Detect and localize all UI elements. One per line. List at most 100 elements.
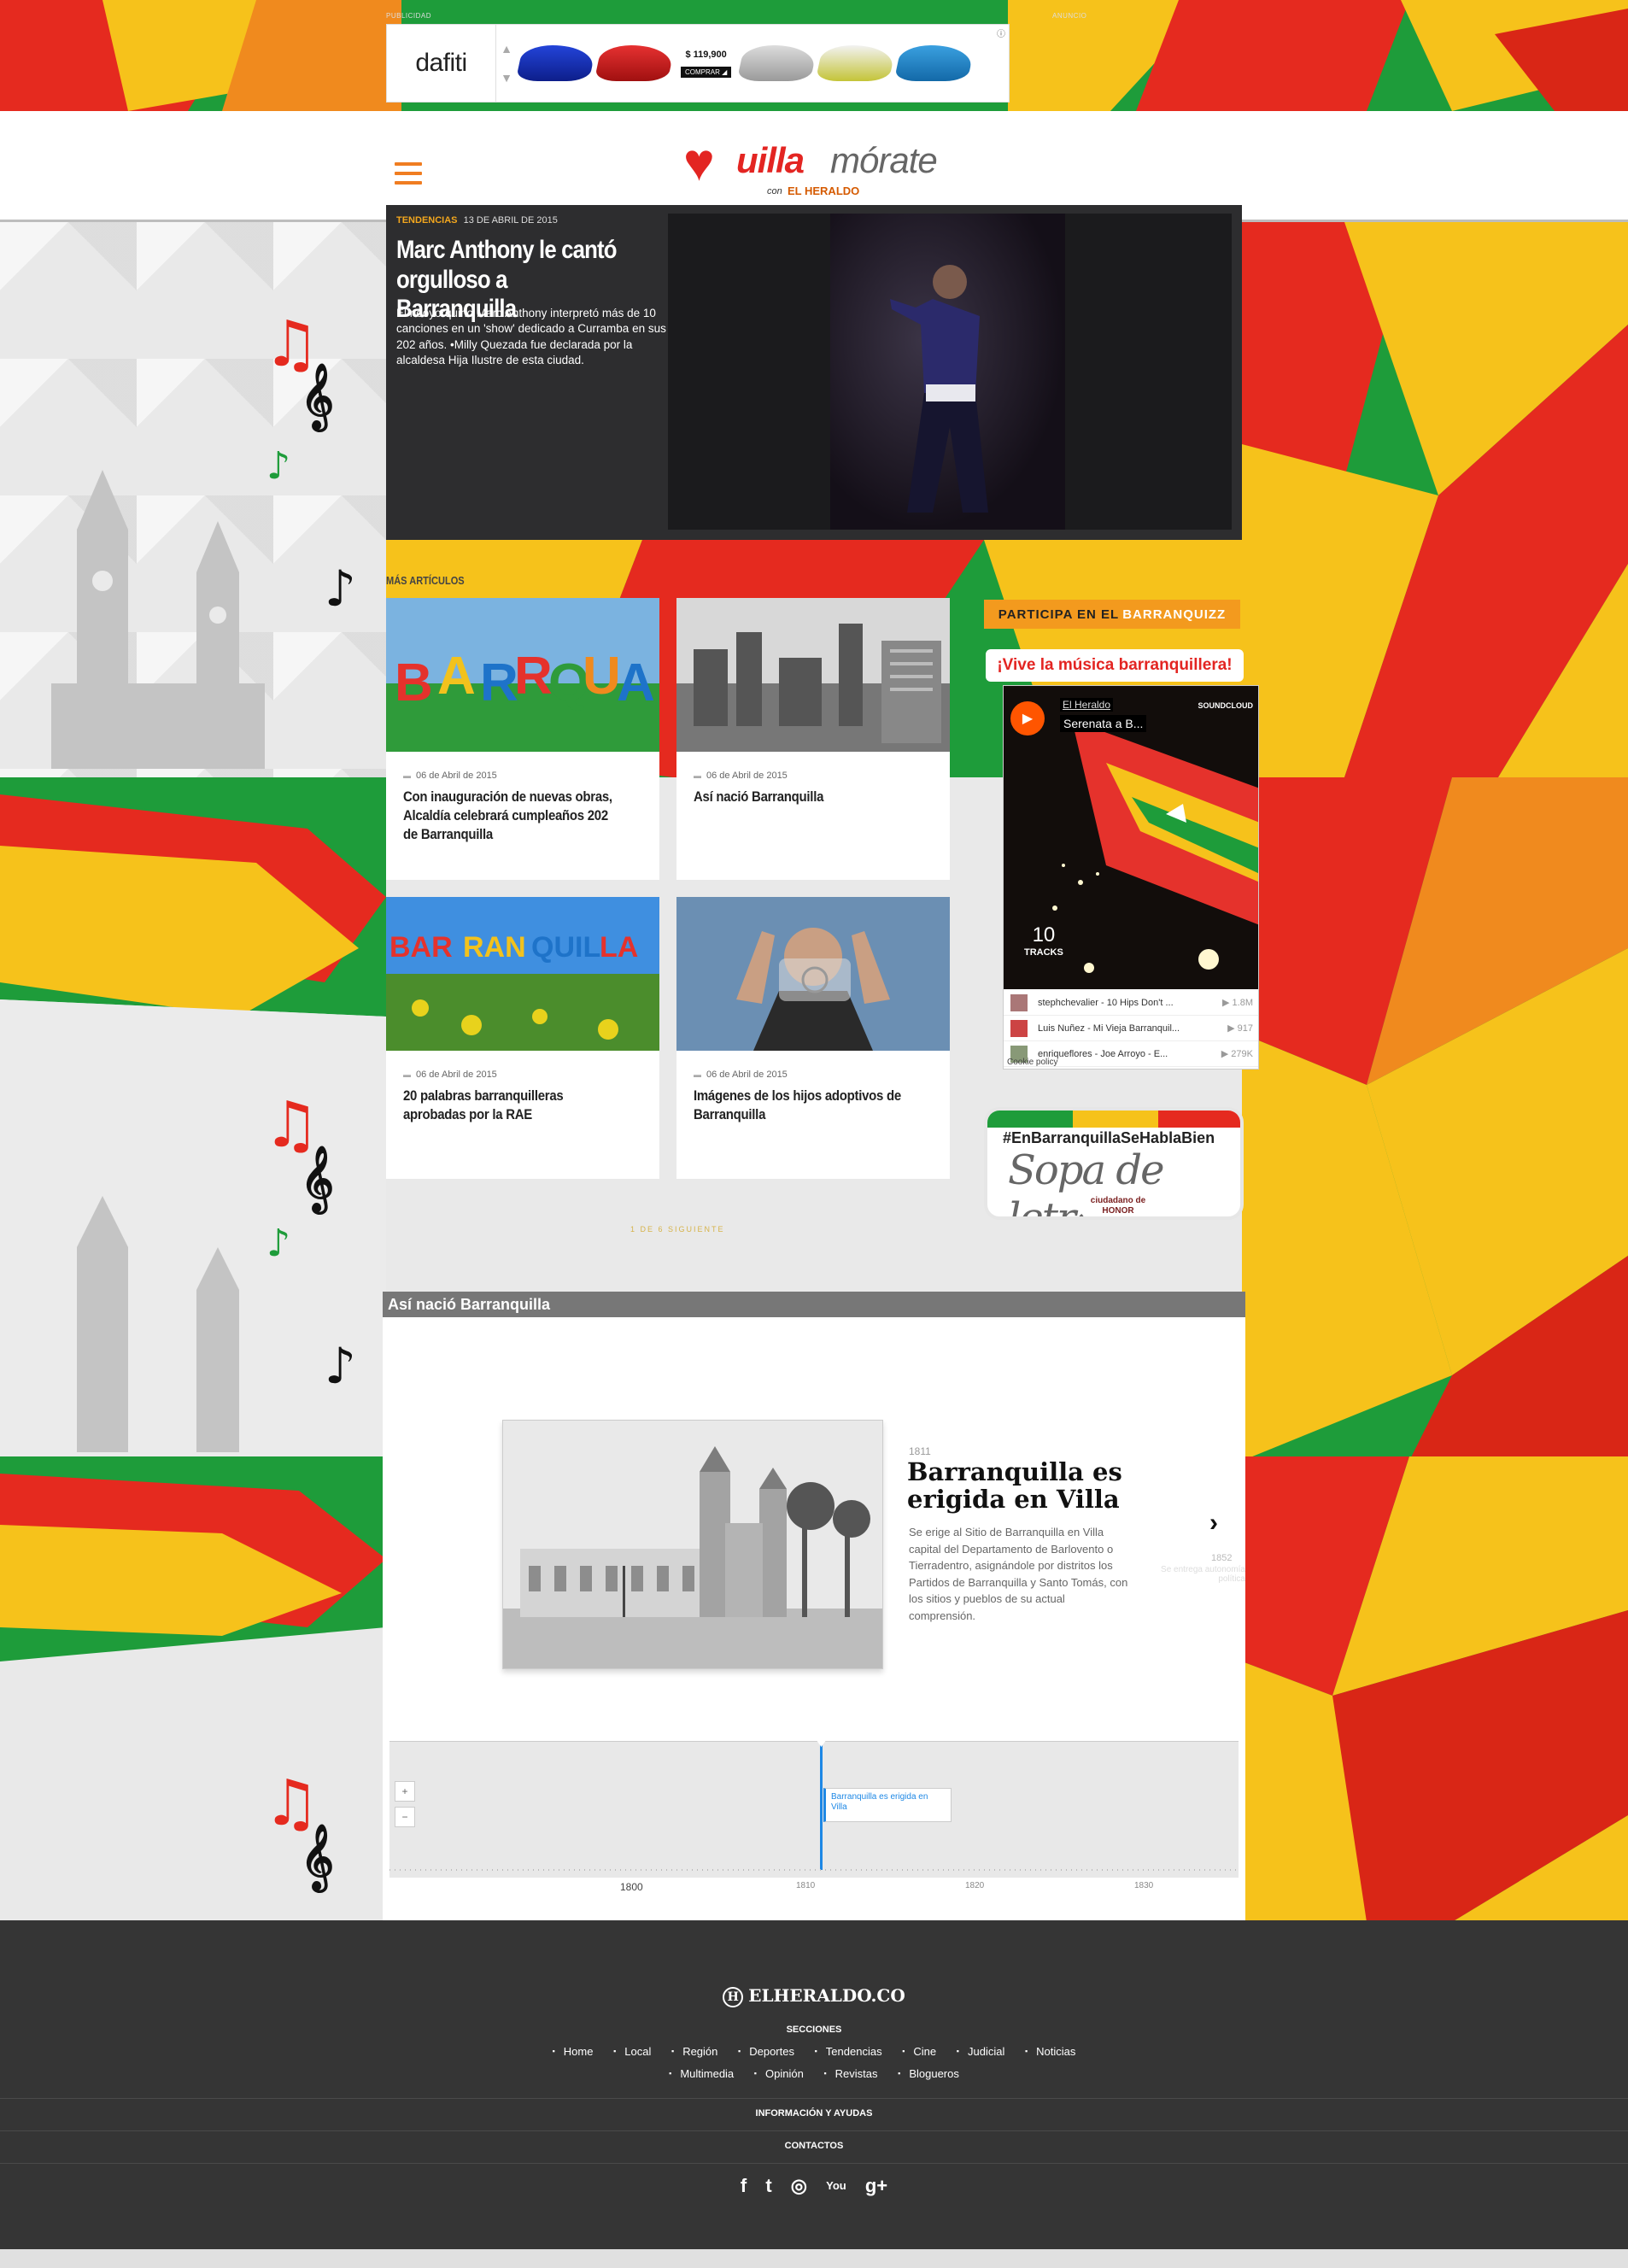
article-card[interactable]: 06 de Abril de 2015 Imágenes de los hijo… <box>676 897 950 1179</box>
music-note-icon: ♪ <box>266 1222 291 1265</box>
track-title[interactable]: enriqueflores - Joe Arroyo - E... <box>1038 1049 1216 1059</box>
ad-product-image[interactable] <box>815 45 897 81</box>
article-title[interactable]: Imágenes de los hijos adoptivos de Barra… <box>694 1087 905 1124</box>
ad-price-box[interactable]: $ 119,900 COMPRAR ◢ <box>681 50 732 78</box>
footer-link-multimedia[interactable]: Multimedia <box>669 2067 734 2080</box>
timeline-marker-line <box>820 1742 823 1870</box>
ad-right-label: ANUNCIO <box>1052 12 1087 20</box>
track-thumbnail <box>1010 1019 1028 1037</box>
soundcloud-logo[interactable]: SOUNDCLOUD <box>1198 701 1254 710</box>
timeline-next-year[interactable]: 1852 <box>1211 1553 1232 1563</box>
track-row[interactable]: stephchevalier - 10 Hips Don't ... ▶ 1.8… <box>1004 990 1258 1016</box>
footer-contacts-link[interactable]: CONTACTOS <box>0 2141 1628 2151</box>
footer-link-deportes[interactable]: Deportes <box>738 2045 794 2058</box>
soundcloud-user[interactable]: El Heraldo <box>1060 698 1114 712</box>
zoom-out-icon[interactable]: − <box>395 1807 415 1827</box>
ad-brand-logo[interactable]: dafiti <box>387 25 496 102</box>
track-title[interactable]: Luis Nuñez - Mi Vieja Barranquil... <box>1038 1023 1222 1034</box>
track-title[interactable]: stephchevalier - 10 Hips Don't ... <box>1038 998 1217 1008</box>
instagram-icon[interactable]: ◎ <box>791 2175 807 2196</box>
church-illustration-2 <box>77 1196 239 1452</box>
hero-date: 13 DE ABRIL DE 2015 <box>463 215 558 226</box>
logo-heraldo: EL HERALDO <box>788 185 860 197</box>
ad-buy-button[interactable]: COMPRAR ◢ <box>681 66 732 78</box>
article-image[interactable] <box>676 897 950 1051</box>
ad-product-image[interactable] <box>594 45 676 81</box>
article-date: 06 de Abril de 2015 <box>694 771 788 781</box>
timeline-image[interactable] <box>502 1420 883 1669</box>
cookie-policy-link[interactable]: Cookie policy <box>1007 1058 1057 1067</box>
twitter-icon[interactable]: t <box>765 2175 771 2196</box>
bottom-strip <box>0 2249 1628 2268</box>
article-title[interactable]: Con inauguración de nuevas obras, Alcald… <box>403 788 615 844</box>
arrow-up-icon[interactable]: ▲ <box>501 42 512 56</box>
timeline-event-year: 1811 <box>909 1445 931 1457</box>
hero-image[interactable] <box>668 214 1232 530</box>
soundcloud-track-title[interactable]: Serenata a B... <box>1060 715 1147 732</box>
sopa-de-letras-banner[interactable]: #EnBarranquillaSeHablaBien Sopa de letra… <box>984 1107 1244 1220</box>
timeline-navigator[interactable]: + − Barranquilla es erigida en Villa <box>389 1737 1239 1878</box>
footer-link-tendencias[interactable]: Tendencias <box>815 2045 882 2058</box>
footer-link-noticias[interactable]: Noticias <box>1025 2045 1075 2058</box>
hero-meta: TENDENCIAS 13 DE ABRIL DE 2015 <box>396 215 558 226</box>
facebook-icon[interactable]: f <box>741 2175 747 2196</box>
timeline-next-label[interactable]: Se entrega autonomía política <box>1160 1565 1245 1584</box>
footer-link-cine[interactable]: Cine <box>902 2045 936 2058</box>
barranquizz-banner[interactable]: PARTICIPA EN EL BARRANQUIZZ <box>984 600 1240 629</box>
footer-link-local[interactable]: Local <box>613 2045 651 2058</box>
more-articles-label: MÁS ARTÍCULOS <box>386 574 465 587</box>
soundcloud-artwork[interactable]: ▶ El Heraldo Serenata a B... SOUNDCLOUD … <box>1004 686 1258 989</box>
hamburger-icon[interactable] <box>395 162 422 185</box>
article-date: 06 de Abril de 2015 <box>694 1070 788 1080</box>
site-logo[interactable]: ♥ uilla mórate con EL HERALDO <box>680 128 945 205</box>
track-thumbnail <box>1010 993 1028 1011</box>
footer-link-blogueros[interactable]: Blogueros <box>898 2067 959 2080</box>
footer-link-judicial[interactable]: Judicial <box>957 2045 1005 2058</box>
logo-text-quilla: uilla <box>736 140 805 180</box>
article-title[interactable]: Así nació Barranquilla <box>694 788 905 806</box>
article-card[interactable]: 06 de Abril de 2015 Así nació Barranquil… <box>676 598 950 880</box>
chevron-right-icon[interactable]: › <box>1209 1509 1218 1538</box>
footer-social: f t ◎ You g+ <box>0 2175 1628 2197</box>
ad-banner[interactable]: dafiti ▲ ▼ $ 119,900 COMPRAR ◢ ⓘ <box>386 24 1010 103</box>
hero-article[interactable]: TENDENCIAS 13 DE ABRIL DE 2015 Marc Anth… <box>386 205 1242 540</box>
footer-links-row: Home Local Región Deportes Tendencias Ci… <box>0 2045 1628 2058</box>
ad-product-image[interactable] <box>736 45 818 81</box>
footer-link-opinion[interactable]: Opinión <box>754 2067 804 2080</box>
article-title[interactable]: 20 palabras barranquilleras aprobadas po… <box>403 1087 615 1124</box>
article-image[interactable] <box>676 598 950 752</box>
info-icon[interactable]: ⓘ <box>997 26 1005 39</box>
timeline-marker-tip <box>814 1737 829 1747</box>
svg-text:LA: LA <box>600 931 638 964</box>
footer-link-home[interactable]: Home <box>553 2045 594 2058</box>
article-card[interactable]: B A R R Q U A 06 de Abril de 2015 Con in… <box>386 598 659 880</box>
timeline-marker[interactable]: Barranquilla es erigida en Villa <box>823 1788 952 1822</box>
article-card[interactable]: BAR RAN QUIL LA 06 de Abril de 2015 20 p… <box>386 897 659 1179</box>
ad-product-image[interactable] <box>893 45 975 81</box>
play-icon[interactable]: ▶ <box>1010 701 1045 735</box>
google-plus-icon[interactable]: g+ <box>865 2175 887 2196</box>
ad-carousel-arrows[interactable]: ▲ ▼ <box>496 42 517 85</box>
timeline-event-title: Barranquilla es erigida en Villa <box>907 1457 1122 1514</box>
youtube-icon[interactable]: You <box>826 2179 846 2192</box>
footer-link-revistas[interactable]: Revistas <box>823 2067 877 2080</box>
footer-link-region[interactable]: Región <box>671 2045 717 2058</box>
footer-logo-text: ELHERALDO.CO <box>748 1985 905 2006</box>
heraldo-h-icon: H <box>723 1987 744 2007</box>
soundcloud-player[interactable]: ▶ El Heraldo Serenata a B... SOUNDCLOUD … <box>1003 685 1259 1070</box>
track-count-label: TRACKS <box>1024 947 1063 958</box>
articles-pager[interactable]: 1 DE 6 SIGUIENTE <box>630 1225 725 1234</box>
logo-text-morate: mórate <box>830 140 938 180</box>
track-plays: ▶ 917 <box>1227 1023 1253 1034</box>
footer-logo[interactable]: H ELHERALDO.CO <box>0 1985 1628 2007</box>
zoom-in-icon[interactable]: + <box>395 1781 415 1802</box>
ad-product-image[interactable] <box>515 45 597 81</box>
article-image[interactable]: B A R R Q U A <box>386 598 659 752</box>
hero-category-tag[interactable]: TENDENCIAS <box>396 215 458 226</box>
article-image[interactable]: BAR RAN QUIL LA <box>386 897 659 1051</box>
footer-info-link[interactable]: INFORMACIÓN Y AYUDAS <box>0 2108 1628 2119</box>
track-plays: ▶ 279K <box>1221 1049 1253 1059</box>
track-row[interactable]: Luis Nuñez - Mi Vieja Barranquil... ▶ 91… <box>1004 1016 1258 1041</box>
arrow-down-icon[interactable]: ▼ <box>501 71 512 85</box>
timeline-tick: 1810 <box>796 1881 816 1890</box>
